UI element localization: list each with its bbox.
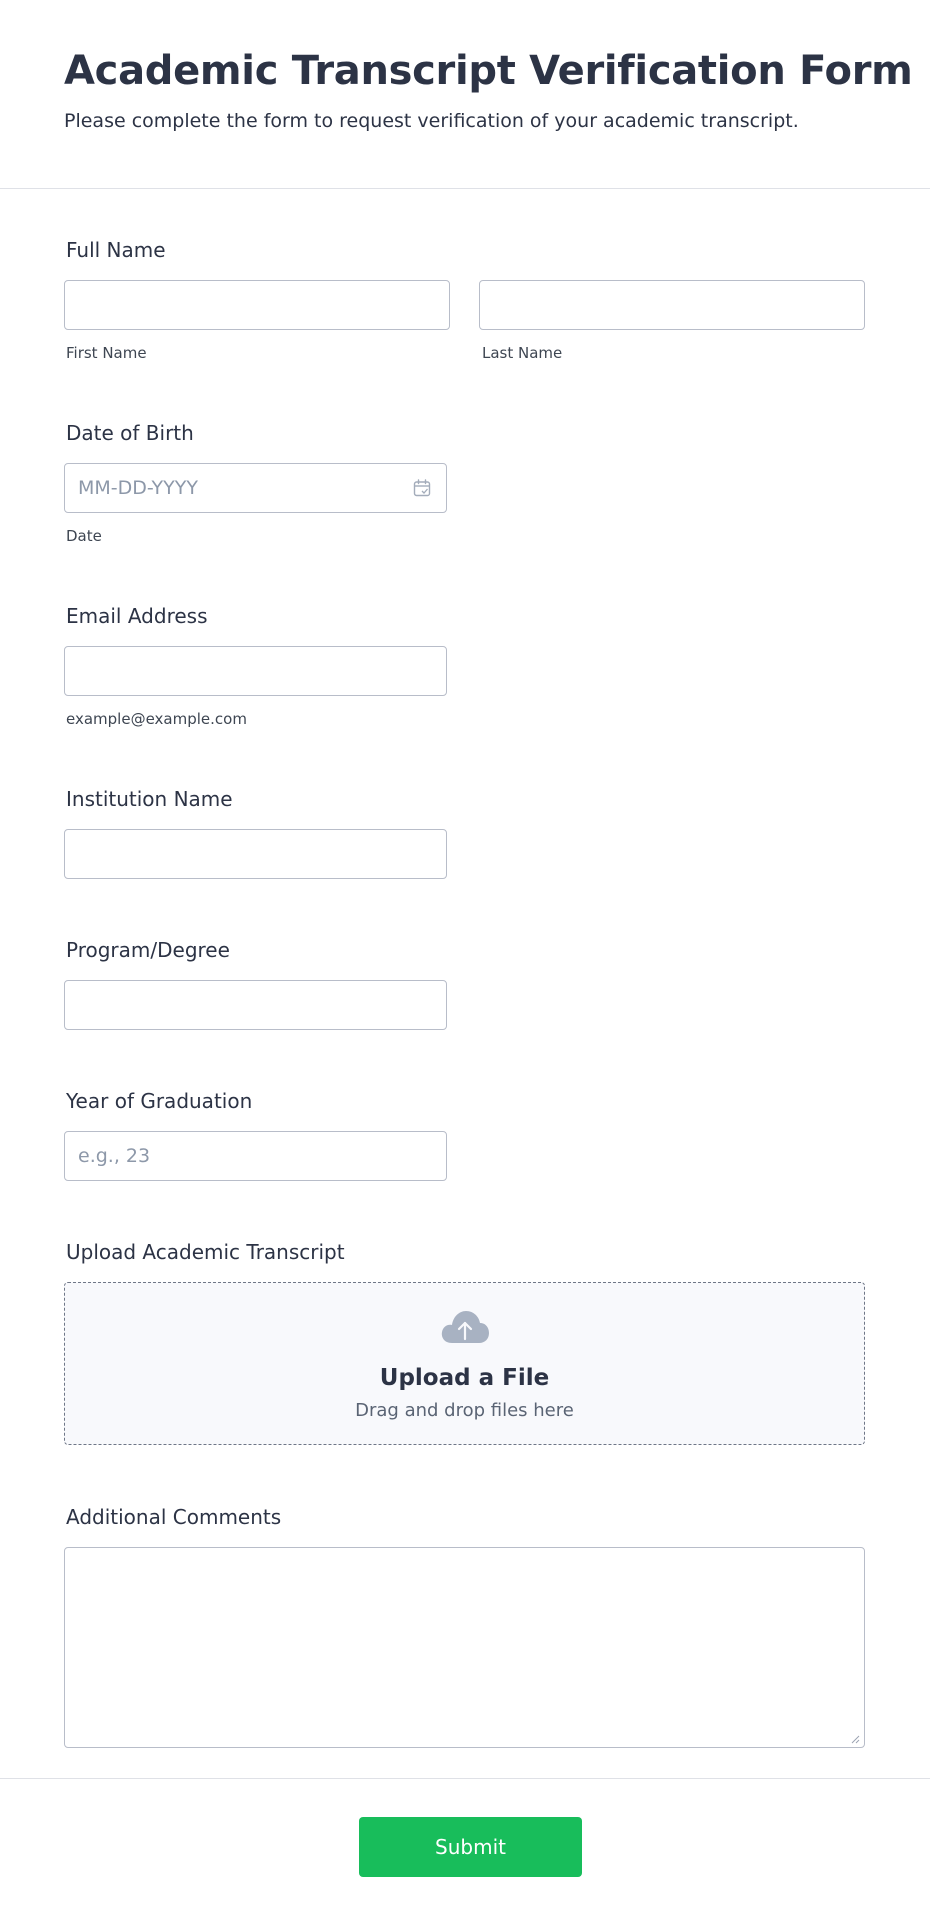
- first-name-sublabel: First Name: [66, 344, 147, 362]
- form-page: Academic Transcript Verification Form Pl…: [0, 0, 930, 1926]
- form-header: Academic Transcript Verification Form Pl…: [0, 0, 930, 189]
- additional-comments-label: Additional Comments: [66, 1505, 282, 1529]
- submit-button[interactable]: Submit: [359, 1817, 582, 1877]
- additional-comments-textarea[interactable]: [64, 1547, 865, 1748]
- form-subtitle: Please complete the form to request veri…: [64, 110, 799, 132]
- last-name-input[interactable]: [479, 280, 865, 330]
- resize-handle-icon[interactable]: [850, 1734, 860, 1744]
- date-of-birth-label: Date of Birth: [66, 421, 194, 445]
- graduation-year-label: Year of Graduation: [66, 1089, 253, 1113]
- upload-title: Upload a File: [379, 1365, 550, 1391]
- calendar-icon[interactable]: [413, 479, 431, 497]
- email-label: Email Address: [66, 604, 208, 628]
- email-input[interactable]: [64, 646, 447, 696]
- program-degree-label: Program/Degree: [66, 938, 230, 962]
- last-name-sublabel: Last Name: [482, 344, 563, 362]
- date-of-birth-input[interactable]: [64, 463, 447, 513]
- program-degree-input[interactable]: [64, 980, 447, 1030]
- upload-transcript-label: Upload Academic Transcript: [66, 1240, 345, 1264]
- upload-hint: Drag and drop files here: [355, 1400, 574, 1421]
- form-title: Academic Transcript Verification Form: [64, 48, 913, 94]
- file-upload-dropzone[interactable]: Upload a File Drag and drop files here: [64, 1282, 865, 1445]
- first-name-input[interactable]: [64, 280, 450, 330]
- graduation-year-input[interactable]: [64, 1131, 447, 1181]
- cloud-upload-icon: [441, 1311, 489, 1343]
- institution-name-input[interactable]: [64, 829, 447, 879]
- full-name-label: Full Name: [66, 238, 166, 262]
- form-footer: Submit: [0, 1778, 930, 1926]
- institution-name-label: Institution Name: [66, 787, 233, 811]
- date-sublabel: Date: [66, 527, 102, 545]
- email-sublabel: example@example.com: [66, 710, 247, 728]
